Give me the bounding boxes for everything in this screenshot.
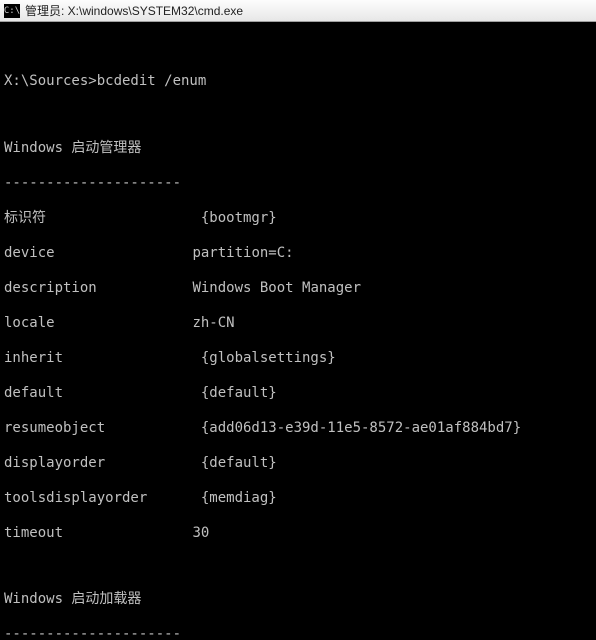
field-key: locale — [4, 315, 184, 333]
field-key: timeout — [4, 525, 184, 543]
field-key: default — [4, 385, 184, 403]
field-key: displayorder — [4, 455, 184, 473]
field-key: resumeobject — [4, 420, 184, 438]
field-val: {memdiag} — [201, 490, 277, 506]
field-val: {default} — [201, 385, 277, 401]
command-input: bcdedit /enum — [97, 73, 207, 89]
field-val: {add06d13-e39d-11e5-8572-ae01af884bd7} — [201, 420, 521, 436]
field-val: zh-CN — [192, 315, 234, 331]
field-val: {globalsettings} — [201, 350, 336, 366]
separator: --------------------- — [4, 175, 592, 193]
separator: --------------------- — [4, 626, 592, 640]
field-val: {default} — [201, 455, 277, 471]
titlebar: C:\ 管理员: X:\windows\SYSTEM32\cmd.exe — [0, 0, 596, 22]
field-key: 标识符 — [4, 210, 184, 228]
field-val: {bootmgr} — [201, 210, 277, 226]
prompt: X:\Sources> — [4, 73, 97, 89]
field-key: inherit — [4, 350, 184, 368]
field-val: Windows Boot Manager — [192, 280, 361, 296]
field-val: 30 — [192, 525, 209, 541]
terminal-output[interactable]: X:\Sources>bcdedit /enum Windows 启动管理器 -… — [0, 22, 596, 640]
cmd-icon: C:\ — [4, 4, 20, 18]
field-key: toolsdisplayorder — [4, 490, 184, 508]
window-title: 管理员: X:\windows\SYSTEM32\cmd.exe — [25, 2, 243, 19]
field-key: device — [4, 245, 184, 263]
section-title-loader: Windows 启动加载器 — [4, 591, 592, 609]
field-val: partition=C: — [192, 245, 293, 261]
field-key: description — [4, 280, 184, 298]
section-title-bootmgr: Windows 启动管理器 — [4, 140, 592, 158]
